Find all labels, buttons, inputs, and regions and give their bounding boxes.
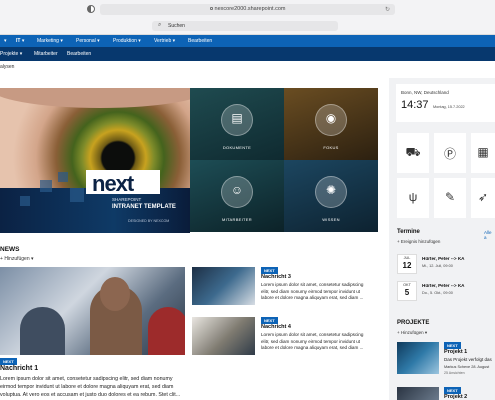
pixel-block (40, 180, 52, 192)
project-1-views: 25 Ansichten (444, 371, 465, 375)
cutlery-icon: ψ (408, 190, 418, 204)
people-icon: ☺ (230, 183, 244, 197)
projekte-add-button[interactable]: + Hinzufügen ▾ (397, 330, 427, 336)
lock-icon (209, 7, 213, 11)
news-main-image[interactable] (0, 267, 185, 355)
termine-all-link[interactable]: Alle a (484, 230, 495, 240)
hero-banner-image[interactable] (0, 88, 190, 233)
nav-item-personal[interactable]: Personal ▾ (76, 38, 100, 44)
nav-item-produktion[interactable]: Produktion ▾ (113, 38, 141, 44)
tile-label: WISSEN (322, 217, 340, 222)
quick-action-parking[interactable]: Ⓟ (434, 133, 466, 173)
event-2-title[interactable]: Hürter, Peter --> KA (422, 283, 465, 288)
project-1-title[interactable]: Projekt 1 (444, 349, 467, 355)
pixel-block (70, 188, 84, 202)
nav-item-marketing[interactable]: Marketing ▾ (37, 38, 63, 44)
termine-add-button[interactable]: + Ereignis hinzufügen (397, 239, 440, 244)
nav-item-vertrieb[interactable]: Vertrieb ▾ (154, 38, 175, 44)
news-main-title[interactable]: Nachricht 1 (0, 365, 38, 372)
event-1-title[interactable]: Hürter, Peter --> KA (422, 256, 465, 261)
tile-fokus[interactable]: ◉ FOKUS (284, 88, 378, 160)
news-add-button[interactable]: + Hinzufügen ▾ (0, 256, 34, 262)
news-4-image[interactable] (192, 317, 255, 355)
project-1-badge: NEXT (444, 342, 461, 349)
clock-location: Bonn, NW, Deutschland (401, 90, 449, 95)
search-icon: ⌕ (158, 22, 162, 28)
project-1-author: Markus Scheve 28. August (444, 365, 490, 369)
project-2-badge: NEXT (444, 387, 461, 394)
address-bar[interactable]: nexcore2000.sharepoint.com ↻ (100, 4, 395, 15)
browser-chrome: nexcore2000.sharepoint.com ↻ ⌕ Suchen (0, 0, 495, 35)
quick-action-cutlery[interactable]: ψ (397, 178, 429, 218)
projekte-heading: PROJEKTE (397, 320, 430, 326)
tile-dokumente[interactable]: ▤ DOKUMENTE (190, 88, 284, 160)
news-heading: NEWS (0, 246, 20, 253)
news-main-body: Lorem ipsum dolor sit amet, consetetur s… (0, 376, 181, 398)
secondary-navigation: Projekte ▾ Mitarbeiter Bearbeiten (0, 47, 495, 61)
quick-action-car[interactable]: ⛟ (397, 133, 429, 173)
news-3-badge: NEXT (261, 267, 278, 274)
person-shape (20, 307, 65, 355)
breadcrumb[interactable]: alysen (0, 64, 14, 70)
clock-card: Bonn, NW, Deutschland 14:37 Montag, 15.7… (396, 84, 495, 122)
right-sidebar: Bonn, NW, Deutschland 14:37 Montag, 15.7… (389, 78, 495, 400)
nav-item-it[interactable]: IT ▾ (16, 38, 24, 44)
news-4-title[interactable]: Nachricht 4 (261, 324, 291, 330)
document-search-icon: ▤ (231, 111, 243, 125)
tile-wissen[interactable]: ✺ WISSEN (284, 160, 378, 232)
pixel-block (58, 172, 68, 182)
next-logo-text: next (92, 171, 134, 196)
car-icon: ⛟ (405, 145, 421, 159)
project-2-image[interactable] (397, 387, 439, 400)
news-3-image[interactable] (192, 267, 255, 305)
event-2-date: OKT 5 (397, 281, 417, 301)
lightbulb-icon: ✺ (325, 183, 337, 197)
project-1-subtitle: Das Projekt verfolgt das (444, 357, 492, 362)
news-3-title[interactable]: Nachricht 3 (261, 274, 291, 280)
pixel-block (20, 196, 30, 206)
search-label: Suchen (168, 23, 185, 29)
url-text: nexcore2000.sharepoint.com (214, 6, 286, 12)
nav2-item-bearbeiten[interactable]: Bearbeiten (67, 51, 91, 57)
person-head-shape (100, 277, 130, 311)
clock-time: 14:37 (401, 99, 429, 111)
tile-mitarbeiter[interactable]: ☺ MITARBEITER (190, 160, 284, 232)
clock-date: Montag, 15.7.2022 (433, 105, 465, 109)
event-1-date: JUL 12 (397, 254, 417, 274)
hero-line-1: SHAREPOINT (112, 197, 142, 202)
rocket-icon: ➶ (477, 190, 489, 204)
project-1-image[interactable] (397, 342, 439, 374)
privacy-shield-icon[interactable] (87, 5, 95, 13)
project-2-title[interactable]: Projekt 2 (444, 394, 467, 400)
news-main-badge: NEXT (0, 358, 17, 365)
tile-label: MITARBEITER (222, 217, 252, 222)
nav-item-home[interactable]: ▾ (4, 38, 7, 44)
reload-icon[interactable]: ↻ (385, 6, 390, 13)
quick-action-rocket[interactable]: ➶ (471, 178, 495, 218)
quick-action-calendar[interactable]: ▦ (471, 133, 495, 173)
news-4-badge: NEXT (261, 317, 278, 324)
eye-icon: ◉ (325, 111, 337, 125)
calendar-icon: ▦ (477, 145, 489, 159)
eyelid-shape (0, 88, 190, 108)
person-shape (148, 307, 185, 355)
wrench-icon: ✎ (444, 190, 456, 204)
termine-heading: Termine (397, 229, 420, 235)
nav2-item-mitarbeiter[interactable]: Mitarbeiter (34, 51, 58, 57)
tile-label: DOKUMENTE (222, 145, 252, 150)
tile-label: FOKUS (323, 145, 339, 150)
hero-line-3: DESIGNED BY NEXCOM (128, 219, 170, 223)
nav2-item-projekte[interactable]: Projekte ▾ (0, 51, 22, 57)
quick-action-wrench[interactable]: ✎ (434, 178, 466, 218)
nav-item-bearbeiten[interactable]: Bearbeiten (188, 38, 212, 44)
event-2-date-text: Do., 5. Okt., 09:00 (422, 291, 453, 295)
parking-icon: Ⓟ (443, 147, 456, 161)
news-3-body: Lorem ipsum dolor sit amet, consetetur s… (261, 282, 364, 301)
hero-line-2: INTRANET TEMPLATE (112, 204, 176, 210)
event-1-date-text: Mi., 12. Juli, 09:00 (422, 264, 453, 268)
news-4-body: Lorem ipsum dolor sit amet, consetetur s… (261, 332, 364, 351)
site-search-input[interactable]: ⌕ Suchen (152, 21, 338, 31)
primary-navigation: ▾ IT ▾ Marketing ▾ Personal ▾ Produktion… (0, 35, 495, 47)
